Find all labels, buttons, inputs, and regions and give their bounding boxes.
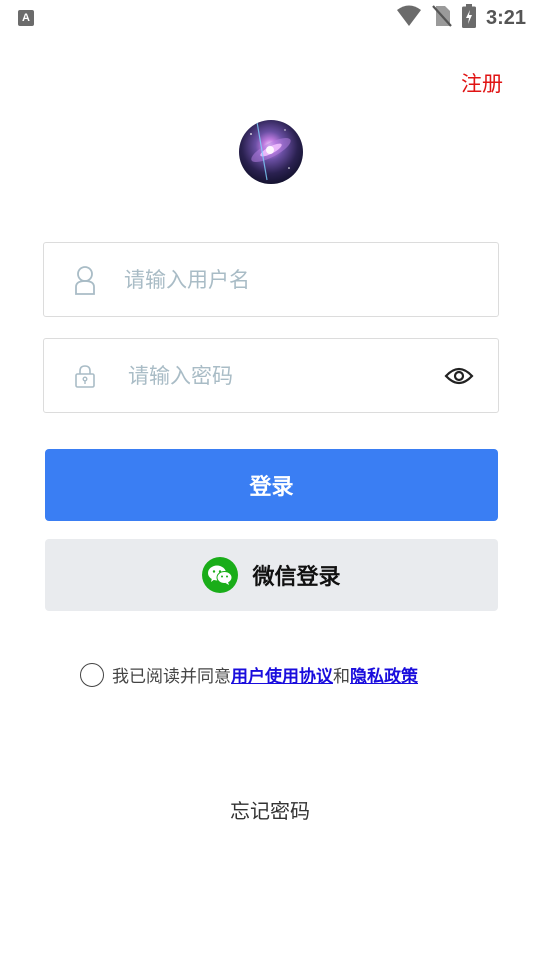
agreement-row: 我已阅读并同意 用户使用协议 和 隐私政策 [80,662,418,687]
eye-icon[interactable] [444,365,474,387]
agreement-checkbox[interactable] [80,662,104,687]
battery-charging-icon [461,4,476,32]
avatar [239,120,303,184]
password-field[interactable] [43,338,499,413]
privacy-policy-link[interactable]: 隐私政策 [350,662,418,687]
wechat-icon [202,557,239,593]
register-link[interactable]: 注册 [461,68,503,98]
forgot-password-link[interactable]: 忘记密码 [0,795,540,824]
wechat-login-button[interactable]: 微信登录 [45,539,498,611]
user-icon [74,265,96,295]
lock-icon [74,364,96,388]
login-button[interactable]: 登录 [45,449,498,521]
status-right: 3:21 [396,4,526,32]
username-input[interactable] [122,243,478,316]
agreement-conjunction: 和 [333,667,350,687]
notification-app-icon: A [18,10,34,26]
user-agreement-link[interactable]: 用户使用协议 [231,662,333,687]
agreement-prefix: 我已阅读并同意 [112,667,231,687]
username-field[interactable] [43,242,499,317]
password-input[interactable] [126,339,428,412]
galaxy-avatar-icon [250,121,291,181]
status-bar: A 3:21 [0,0,540,36]
no-sim-icon [432,5,452,31]
status-time: 3:21 [485,6,526,29]
status-left: A [18,10,34,26]
wechat-login-label: 微信登录 [252,564,341,589]
wifi-icon [396,5,422,31]
